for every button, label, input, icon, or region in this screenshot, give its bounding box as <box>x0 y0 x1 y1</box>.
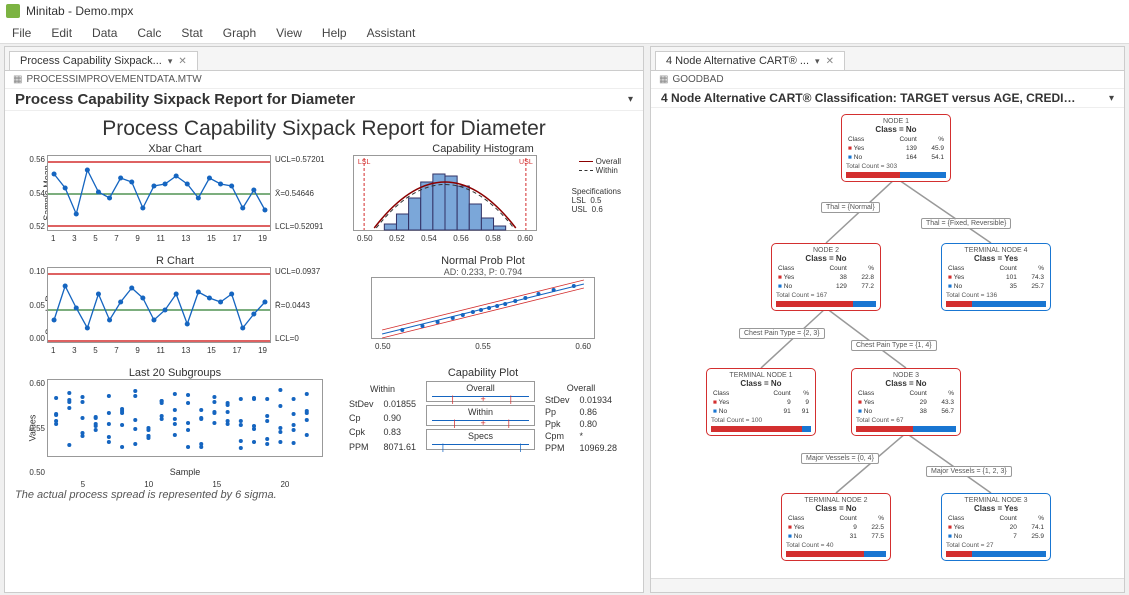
svg-text:USL: USL <box>519 159 533 166</box>
capability-plot: Capability Plot Within StDev0.01855 Cp0.… <box>343 367 623 485</box>
report-body: Process Capability Sixpack Report for Di… <box>5 111 643 592</box>
edge-thal-normal: Thal = {Normal} <box>821 202 880 213</box>
normplot-xticks: 0.500.550.60 <box>371 342 595 351</box>
grid-icon: ▦ <box>13 74 22 85</box>
menu-assistant[interactable]: Assistant <box>357 24 426 42</box>
terminal-node-2[interactable]: TERMINAL NODE 2Class = No ClassCount% ■ … <box>781 493 891 561</box>
xbar-yticks: 0.560.540.52 <box>23 155 45 231</box>
hist-title: Capability Histogram <box>343 143 623 155</box>
titlebar: Minitab - Demo.mpx <box>0 0 1129 22</box>
menu-graph[interactable]: Graph <box>213 24 266 42</box>
menubar: File Edit Data Calc Stat Graph View Help… <box>0 22 1129 44</box>
app-icon <box>6 4 20 18</box>
chevron-down-icon[interactable]: ▾ <box>815 56 820 67</box>
edge-chest-14: Chest Pain Type = {1, 4} <box>851 340 937 351</box>
chevron-down-icon[interactable]: ▾ <box>168 56 173 67</box>
cart-title: 4 Node Alternative CART® Classification:… <box>661 91 1081 105</box>
edge-vessels-123: Major Vessels = {1, 2, 3} <box>926 466 1012 477</box>
xbar-limits: UCL=0.57201X̄=0.54646LCL=0.52091 <box>275 155 333 231</box>
edge-chest-23: Chest Pain Type = {2, 3} <box>739 328 825 339</box>
rchart-limits: UCL=0.0937R̄=0.0443LCL=0 <box>275 267 333 343</box>
xbar-title: Xbar Chart <box>15 143 335 155</box>
last20-chart: Last 20 Subgroups Values 0.600.550.50 51… <box>15 367 335 485</box>
last20-title: Last 20 Subgroups <box>15 367 335 379</box>
node-2[interactable]: NODE 2Class = No ClassCount% ■ Yes3822.8… <box>771 243 881 311</box>
capplot-title: Capability Plot <box>343 367 623 379</box>
tab-strip-left: Process Capability Sixpack... ▾ ✕ <box>5 47 643 71</box>
normplot-subtitle: AD: 0.233, P: 0.794 <box>343 267 623 277</box>
horizontal-scrollbar[interactable] <box>651 578 1124 592</box>
worksheet-ref: ▦ PROCESSIMPROVEMENTDATA.MTW <box>5 71 643 89</box>
report-dropdown-icon[interactable]: ▾ <box>628 94 633 105</box>
close-icon[interactable]: ✕ <box>826 56 834 67</box>
grid-icon: ▦ <box>659 74 668 85</box>
capability-panel: Process Capability Sixpack... ▾ ✕ ▦ PROC… <box>4 46 644 593</box>
terminal-node-3[interactable]: TERMINAL NODE 3Class = Yes ClassCount% ■… <box>941 493 1051 561</box>
cart-tree[interactable]: NODE 1Class = No ClassCount% ■ Yes13945.… <box>651 108 1124 578</box>
worksheet-ref: ▦ GOODBAD <box>651 71 1124 89</box>
xbar-xticks: 135791113151719 <box>47 234 271 243</box>
worksheet-name: PROCESSIMPROVEMENTDATA.MTW <box>26 74 201 85</box>
footnote: The actual process spread is represented… <box>15 489 633 501</box>
hist-xticks: 0.500.520.540.560.580.60 <box>353 234 537 243</box>
xbar-chart: Xbar Chart Sample Mean 0.560.540.52 <box>15 143 335 251</box>
terminal-node-1[interactable]: TERMINAL NODE 1Class = No ClassCount% ■ … <box>706 368 816 436</box>
menu-file[interactable]: File <box>2 24 41 42</box>
report-dropdown-icon[interactable]: ▾ <box>1109 93 1114 104</box>
normal-prob-plot: Normal Prob Plot AD: 0.233, P: 0.794 0.5… <box>343 255 623 363</box>
app-title: Minitab - Demo.mpx <box>26 4 133 18</box>
last20-xticks: 5101520 <box>47 480 323 489</box>
normplot-title: Normal Prob Plot <box>343 255 623 267</box>
menu-calc[interactable]: Calc <box>127 24 171 42</box>
close-icon[interactable]: ✕ <box>178 56 186 67</box>
chart-main-title: Process Capability Sixpack Report for Di… <box>15 117 633 141</box>
rchart-title: R Chart <box>15 255 335 267</box>
menu-edit[interactable]: Edit <box>41 24 82 42</box>
within-table: Within StDev0.01855 Cp0.90 Cpk0.83 PPM80… <box>343 381 422 455</box>
menu-data[interactable]: Data <box>82 24 127 42</box>
last20-xlabel: Sample <box>47 467 323 477</box>
rchart-yticks: 0.100.050.00 <box>23 267 45 343</box>
tab-label: Process Capability Sixpack... <box>20 55 162 67</box>
hist-legend: Overall Within <box>579 157 621 175</box>
terminal-node-4[interactable]: TERMINAL NODE 4Class = Yes ClassCount% ■… <box>941 243 1051 311</box>
capplot-strips: Overall|+| Within|+| Specs|| <box>426 381 535 455</box>
cart-panel: 4 Node Alternative CART® ... ▾ ✕ ▦ GOODB… <box>650 46 1125 593</box>
menu-help[interactable]: Help <box>312 24 357 42</box>
menu-stat[interactable]: Stat <box>171 24 212 42</box>
edge-thal-fixed: Thal = {Fixed, Reversible} <box>921 218 1011 229</box>
overall-table: Overall StDev0.01934 Pp0.86 Ppk0.80 Cpm*… <box>539 381 623 455</box>
node-3[interactable]: NODE 3Class = No ClassCount% ■ Yes2943.3… <box>851 368 961 436</box>
last20-yticks: 0.600.550.50 <box>23 379 45 477</box>
report-title: Process Capability Sixpack Report for Di… <box>15 91 355 108</box>
svg-text:LSL: LSL <box>358 159 371 166</box>
rchart-xticks: 135791113151719 <box>47 346 271 355</box>
hist-specs: Specifications LSL 0.5 USL 0.6 <box>572 187 621 214</box>
edge-vessels-04: Major Vessels = {0, 4} <box>801 453 879 464</box>
r-chart: R Chart Sample Range 0.100.050.00 <box>15 255 335 363</box>
menu-view[interactable]: View <box>266 24 312 42</box>
tab-strip-right: 4 Node Alternative CART® ... ▾ ✕ <box>651 47 1124 71</box>
tab-cart[interactable]: 4 Node Alternative CART® ... ▾ ✕ <box>655 51 845 70</box>
node-1[interactable]: NODE 1Class = No ClassCount% ■ Yes13945.… <box>841 114 951 182</box>
worksheet-name: GOODBAD <box>672 74 723 85</box>
tab-capability[interactable]: Process Capability Sixpack... ▾ ✕ <box>9 51 198 70</box>
capability-histogram: Capability Histogram LSL USL <box>343 143 623 251</box>
tab-label: 4 Node Alternative CART® ... <box>666 55 809 67</box>
